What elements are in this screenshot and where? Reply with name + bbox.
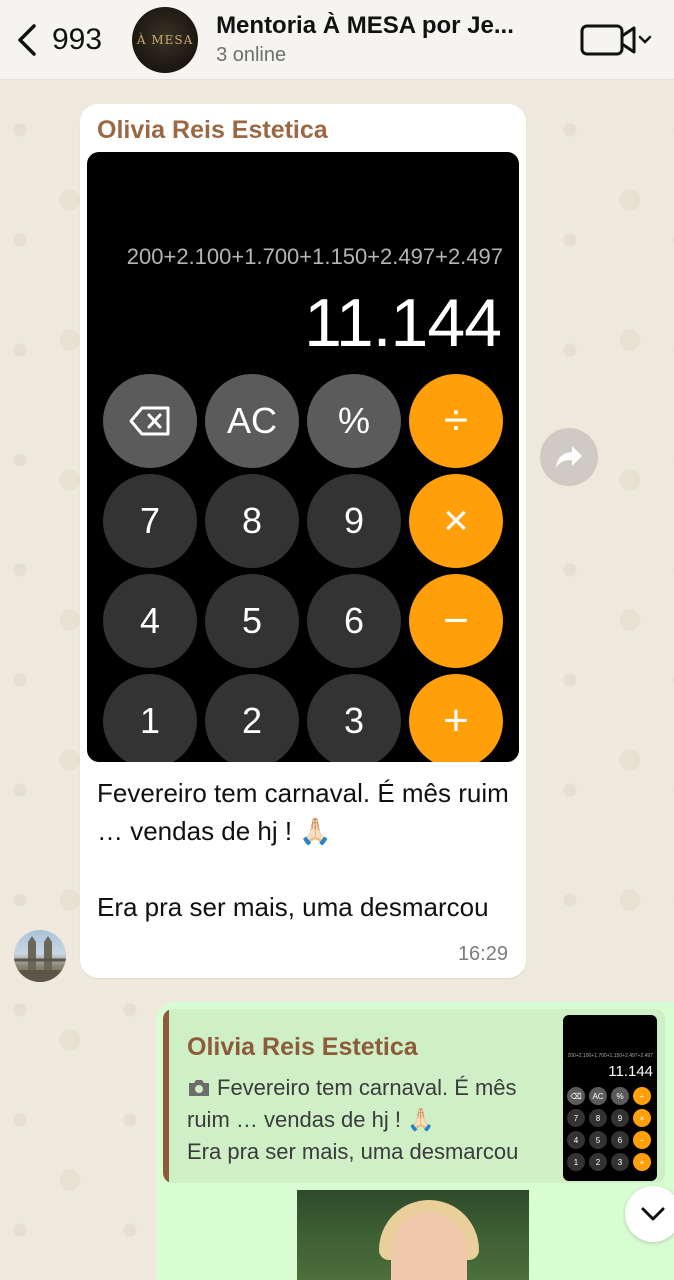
- thumb-key: ÷: [633, 1087, 651, 1105]
- chat-header: 993 À MESA Mentoria À MESA por Je... 3 o…: [0, 0, 674, 80]
- calc-key-7: 7: [103, 474, 197, 568]
- quote-thumbnail-image: 200+2.100+1.700+1.150+2.497+2.497 11.144…: [563, 1015, 657, 1181]
- thumb-key: −: [633, 1131, 651, 1149]
- photo-face-shape: [391, 1212, 467, 1280]
- calc-key-minus: −: [409, 574, 503, 668]
- calc-key-1: 1: [103, 674, 197, 762]
- chevron-down-icon: [641, 1207, 665, 1221]
- chevron-left-icon: [18, 23, 36, 56]
- calc-key-6: 6: [307, 574, 401, 668]
- group-title: Mentoria À MESA por Je...: [216, 12, 514, 39]
- thumbnail-expression: 200+2.100+1.700+1.150+2.497+2.497: [567, 1053, 653, 1059]
- calc-key-plus: +: [409, 674, 503, 762]
- message-time: 16:29: [457, 943, 508, 965]
- thumb-key: 8: [589, 1109, 607, 1127]
- quote-text-line-1: Fevereiro tem carnaval. É mês: [187, 1075, 517, 1101]
- online-status: 3 online: [216, 44, 287, 66]
- quote-text-line-2: ruim … vendas de hj ! 🙏🏻: [187, 1107, 435, 1132]
- message-text: Fevereiro tem carnaval. É mês ruim … ven…: [97, 778, 509, 922]
- thumbnail-result: 11.144: [608, 1063, 653, 1080]
- thumb-key: 7: [567, 1109, 585, 1127]
- calculator-result: 11.144: [304, 285, 502, 361]
- quote-sender-name: Olivia Reis Estetica: [187, 1033, 418, 1061]
- calc-key-8: 8: [205, 474, 299, 568]
- calc-key-divide: ÷: [409, 374, 503, 468]
- thumb-key: 2: [589, 1153, 607, 1171]
- outgoing-message-bubble[interactable]: Olivia Reis Estetica Fevereiro tem carna…: [156, 1002, 674, 1280]
- forward-arrow-icon: [556, 446, 582, 468]
- calculator-screenshot-image[interactable]: 200+2.100+1.700+1.150+2.497+2.497 11.144…: [87, 152, 519, 762]
- calc-key-multiply: ×: [409, 474, 503, 568]
- thumb-key: 5: [589, 1131, 607, 1149]
- thumb-key: +: [633, 1153, 651, 1171]
- incoming-message-bubble[interactable]: Olivia Reis Estetica 200+2.100+1.700+1.1…: [80, 104, 526, 978]
- calc-key-backspace: [103, 374, 197, 468]
- quoted-reply[interactable]: Olivia Reis Estetica Fevereiro tem carna…: [163, 1009, 665, 1183]
- calc-key-percent: %: [307, 374, 401, 468]
- group-info[interactable]: Mentoria À MESA por Je... 3 online: [216, 12, 546, 67]
- calc-key-5: 5: [205, 574, 299, 668]
- thumb-key: 9: [611, 1109, 629, 1127]
- group-avatar[interactable]: À MESA: [132, 6, 199, 73]
- backspace-icon: [129, 406, 170, 436]
- calc-key-3: 3: [307, 674, 401, 762]
- thumb-key: 4: [567, 1131, 585, 1149]
- camera-icon: [189, 1080, 209, 1096]
- back-button[interactable]: 993: [12, 20, 102, 60]
- group-avatar-logo: À MESA: [136, 32, 194, 47]
- video-call-icon[interactable]: [580, 22, 652, 58]
- sender-name[interactable]: Olivia Reis Estetica: [97, 116, 328, 145]
- thumb-key: ⌫: [567, 1087, 585, 1105]
- forward-button[interactable]: [540, 428, 598, 486]
- thumb-key: 1: [567, 1153, 585, 1171]
- calc-key-4: 4: [103, 574, 197, 668]
- london-bridge-photo-icon: [14, 936, 66, 982]
- thumb-key: %: [611, 1087, 629, 1105]
- scroll-to-bottom-button[interactable]: [625, 1186, 674, 1242]
- sender-avatar[interactable]: [14, 930, 66, 982]
- calc-key-9: 9: [307, 474, 401, 568]
- quote-accent-bar: [163, 1009, 169, 1183]
- quote-text-line-3: Era pra ser mais, uma desmarcou: [187, 1139, 519, 1164]
- outgoing-photo[interactable]: [297, 1190, 529, 1280]
- calc-key-2: 2: [205, 674, 299, 762]
- thumb-key: 6: [611, 1131, 629, 1149]
- unread-count: 993: [52, 22, 103, 56]
- thumb-key: ×: [633, 1109, 651, 1127]
- calc-key-ac: AC: [205, 374, 299, 468]
- thumb-key: AC: [589, 1087, 607, 1105]
- thumb-key: 3: [611, 1153, 629, 1171]
- calculator-expression: 200+2.100+1.700+1.150+2.497+2.497: [126, 244, 503, 269]
